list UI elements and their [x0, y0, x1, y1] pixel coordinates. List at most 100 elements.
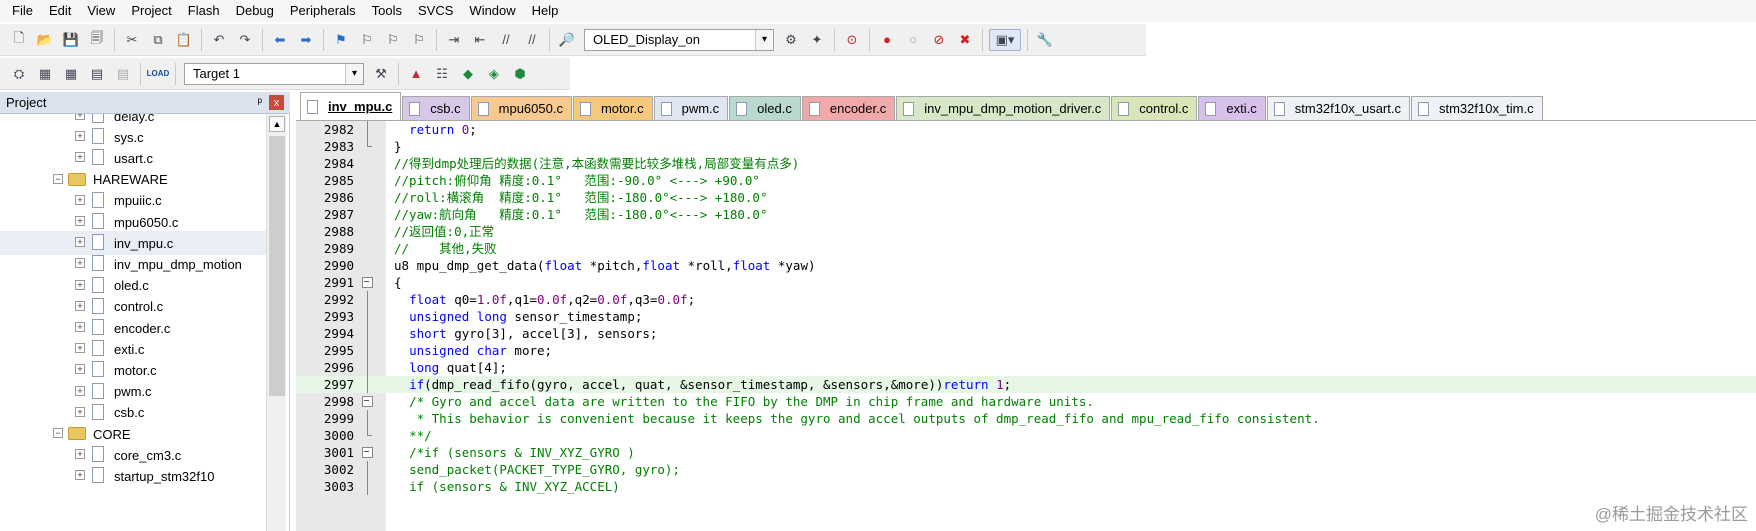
code-line[interactable]: 2996 long quat[4];: [296, 359, 1756, 376]
tab-pwm-c[interactable]: pwm.c: [653, 96, 729, 120]
expand-icon[interactable]: +: [75, 258, 85, 269]
menu-flash[interactable]: Flash: [180, 0, 228, 22]
code-line[interactable]: 3003 if (sensors & INV_XYZ_ACCEL): [296, 478, 1756, 495]
code-line[interactable]: 2998 /* Gyro and accel data are written …: [296, 393, 1756, 410]
code-line[interactable]: 2983}: [296, 138, 1756, 155]
clear-bookmarks-icon[interactable]: ⚐: [408, 29, 430, 51]
file-extensions-icon[interactable]: ☷: [431, 63, 453, 85]
menu-window[interactable]: Window: [461, 0, 523, 22]
menu-svcs[interactable]: SVCS: [410, 0, 461, 22]
code-line[interactable]: 3002 send_packet(PACKET_TYPE_GYRO, gyro)…: [296, 461, 1756, 478]
prev-bookmark-icon[interactable]: ⚐: [356, 29, 378, 51]
target-options-icon[interactable]: ⚒: [370, 63, 392, 85]
code-line[interactable]: 2995 unsigned char more;: [296, 342, 1756, 359]
expand-icon[interactable]: +: [75, 131, 85, 142]
tab-csb-c[interactable]: csb.c: [402, 96, 470, 120]
unindent-icon[interactable]: ⇤: [469, 29, 491, 51]
expand-icon[interactable]: +: [75, 364, 85, 375]
expand-icon[interactable]: +: [75, 152, 85, 163]
expand-icon[interactable]: +: [75, 322, 85, 332]
code-line[interactable]: 2991 {: [296, 274, 1756, 291]
cut-icon[interactable]: ✂: [121, 29, 143, 51]
tab-inv-mpu-c[interactable]: inv_mpu.c: [300, 92, 402, 120]
code-line[interactable]: 2992 float q0=1.0f,q1=0.0f,q2=0.0f,q3=0.…: [296, 291, 1756, 308]
window-layout-icon[interactable]: ▣▾: [989, 28, 1021, 51]
disable-breakpoints-icon[interactable]: ⊘: [928, 29, 950, 51]
code-line[interactable]: 2986 //roll:横滚角 精度:0.1° 范围:-180.0°<---> +…: [296, 189, 1756, 206]
code-line[interactable]: 2994 short gyro[3], accel[3], sensors;: [296, 325, 1756, 342]
pack-installer-icon[interactable]: ◆: [457, 63, 479, 85]
tab-mpu6050-c[interactable]: mpu6050.c: [470, 96, 572, 120]
menu-file[interactable]: File: [4, 0, 41, 22]
code-line[interactable]: 3001 /*if (sensors & INV_XYZ_GYRO ): [296, 444, 1756, 461]
tab-stm32f10x-usart-c[interactable]: stm32f10x_usart.c: [1266, 96, 1410, 120]
close-icon[interactable]: x: [269, 95, 284, 110]
comment-icon[interactable]: //: [495, 29, 517, 51]
menu-view[interactable]: View: [79, 0, 123, 22]
expand-icon[interactable]: +: [75, 216, 85, 226]
batch-build-icon[interactable]: ▤: [86, 63, 108, 85]
fold-toggle-icon[interactable]: [362, 393, 373, 410]
menu-debug[interactable]: Debug: [228, 0, 282, 22]
fold-toggle-icon[interactable]: [362, 274, 373, 291]
expand-icon[interactable]: +: [75, 114, 85, 120]
new-file-icon[interactable]: 🗋: [8, 29, 30, 51]
expand-icon[interactable]: +: [75, 470, 85, 481]
code-line[interactable]: 2984 //得到dmp处理后的数据(注意,本函数需要比较多堆栈,局部变量有点多): [296, 155, 1756, 172]
kill-breakpoints-icon[interactable]: ✖: [954, 29, 976, 51]
download-icon[interactable]: LOAD: [147, 63, 170, 85]
expand-icon[interactable]: +: [75, 406, 85, 417]
code-line[interactable]: 2999 * This behavior is convenient becau…: [296, 410, 1756, 427]
code-line[interactable]: 2993 unsigned long sensor_timestamp;: [296, 308, 1756, 325]
scroll-up-icon[interactable]: ▲: [269, 116, 285, 132]
tab-encoder-c[interactable]: encoder.c: [801, 96, 896, 120]
tree-file[interactable]: + startup_stm32f10: [0, 464, 270, 488]
tab-exti-c[interactable]: exti.c: [1198, 96, 1266, 120]
redo-icon[interactable]: ↷: [234, 29, 256, 51]
undo-icon[interactable]: ↶: [208, 29, 230, 51]
menu-help[interactable]: Help: [524, 0, 567, 22]
code-line[interactable]: 2990 u8 mpu_dmp_get_data(float *pitch,flo…: [296, 257, 1756, 274]
tab-control-c[interactable]: control.c: [1111, 96, 1198, 120]
menu-edit[interactable]: Edit: [41, 0, 79, 22]
target-selector[interactable]: Target 1 ▾: [184, 62, 364, 85]
project-tree-scrollbar[interactable]: ▲: [266, 114, 286, 531]
tab-oled-c[interactable]: oled.c: [729, 96, 801, 120]
stop-build-icon[interactable]: ▤: [112, 63, 134, 85]
chevron-down-icon[interactable]: ▾: [345, 63, 363, 84]
code-line[interactable]: 2982 return 0;: [296, 121, 1756, 138]
code-line[interactable]: 2989 // 其他,失败: [296, 240, 1756, 257]
project-selector[interactable]: OLED_Display_on ▾: [584, 28, 774, 51]
build-icon[interactable]: ▦: [34, 63, 56, 85]
code-line[interactable]: 3000 **/: [296, 427, 1756, 444]
debug-start-icon[interactable]: ⊙: [841, 29, 863, 51]
paste-icon[interactable]: 📋: [173, 29, 195, 51]
expand-icon[interactable]: +: [75, 279, 85, 290]
configure-tools-icon[interactable]: 🔧: [1034, 29, 1056, 51]
expand-icon[interactable]: +: [75, 449, 85, 460]
save-all-icon[interactable]: 🗐: [86, 29, 108, 51]
code-line[interactable]: 2985 //pitch:俯仰角 精度:0.1° 范围:-90.0° <---> …: [296, 172, 1756, 189]
bookmark-icon[interactable]: ⚑: [330, 29, 352, 51]
expand-icon[interactable]: +: [75, 194, 85, 205]
run-time-environment-icon[interactable]: ⬢: [509, 63, 531, 85]
expand-icon[interactable]: +: [75, 385, 85, 396]
manage-components-icon[interactable]: ▲: [405, 63, 427, 85]
fold-toggle-icon[interactable]: [362, 444, 373, 461]
tab-inv-mpu-dmp-motion-driver-c[interactable]: inv_mpu_dmp_motion_driver.c: [896, 96, 1111, 120]
expand-icon[interactable]: +: [75, 343, 85, 354]
menu-tools[interactable]: Tools: [364, 0, 410, 22]
wizard-icon[interactable]: ✦: [806, 29, 828, 51]
code-editor[interactable]: 2982 return 0; 2983} 2984//得到dmp处理后的数据(注意,…: [296, 120, 1756, 531]
menu-peripherals[interactable]: Peripherals: [282, 0, 364, 22]
menu-project[interactable]: Project: [123, 0, 179, 22]
code-line[interactable]: 2987 //yaw:航向角 精度:0.1° 范围:-180.0°<---> +1…: [296, 206, 1756, 223]
expand-icon[interactable]: +: [75, 300, 85, 311]
find-in-files-icon[interactable]: 🔎: [556, 29, 578, 51]
expand-icon[interactable]: +: [75, 237, 85, 248]
rebuild-icon[interactable]: ▦: [60, 63, 82, 85]
insert-breakpoint-icon[interactable]: ●: [876, 29, 898, 51]
chevron-down-icon[interactable]: ▾: [755, 29, 773, 50]
tab-motor-c[interactable]: motor.c: [572, 96, 653, 120]
compile-icon[interactable]: ⛭: [8, 63, 30, 85]
